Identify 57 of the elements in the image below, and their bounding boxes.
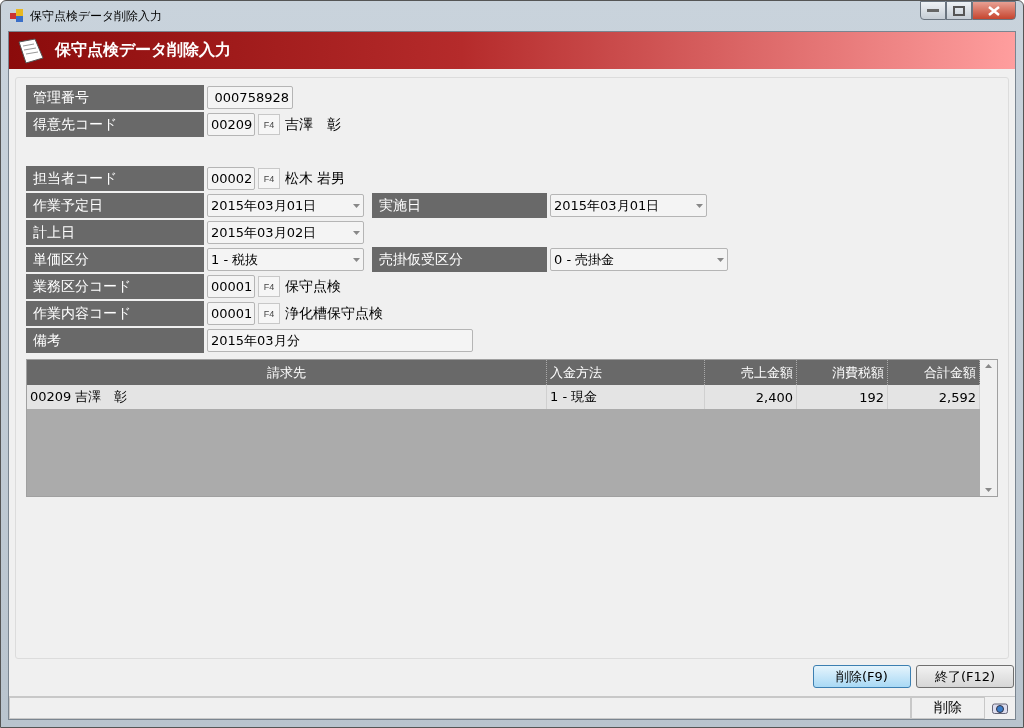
- lookup-button[interactable]: F4: [258, 303, 280, 324]
- field-label: 管理番号: [26, 85, 204, 110]
- date-picker[interactable]: 2015年03月01日: [207, 194, 364, 217]
- close-icon: [988, 5, 1000, 16]
- camera-icon: [992, 702, 1008, 714]
- action-button[interactable]: 終了(F12): [916, 665, 1014, 688]
- name-text: 吉澤 彰: [285, 115, 341, 134]
- table-row[interactable]: 00209 吉澤 彰 1 - 現金 2,400 192 2,592: [27, 385, 980, 409]
- maximize-icon: [953, 5, 965, 16]
- scroll-up-icon[interactable]: [985, 364, 992, 368]
- caret-icon: [353, 230, 360, 235]
- maximize-button[interactable]: [946, 1, 972, 20]
- action-button[interactable]: 削除(F9): [813, 665, 911, 688]
- minimize-button[interactable]: [920, 1, 946, 20]
- field-label: 単価区分: [26, 247, 204, 272]
- number-field[interactable]: 000758928: [207, 86, 293, 109]
- field-label: 得意先コード: [26, 112, 204, 137]
- close-button[interactable]: [972, 1, 1016, 20]
- table-cell: 1 - 現金: [547, 385, 705, 409]
- date-picker[interactable]: 2015年03月02日: [207, 221, 364, 244]
- document-icon: [17, 37, 45, 64]
- code-field[interactable]: 00002: [207, 167, 255, 190]
- field-label: 作業内容コード: [26, 301, 204, 326]
- caret-icon: [696, 203, 703, 208]
- code-field[interactable]: 00001: [207, 275, 255, 298]
- field-label: 実施日: [372, 193, 547, 218]
- dropdown[interactable]: 0 - 売掛金: [550, 248, 728, 271]
- minimize-icon: [927, 8, 939, 13]
- lookup-button[interactable]: F4: [258, 114, 280, 135]
- status-mode: 削除: [911, 697, 985, 719]
- name-text: 保守点検: [285, 277, 341, 296]
- dropdown[interactable]: 1 - 税抜: [207, 248, 364, 271]
- form-title: 保守点検データ削除入力: [55, 40, 231, 61]
- scrollbar[interactable]: [980, 360, 997, 496]
- field-label: 売掛仮受区分: [372, 247, 547, 272]
- field-label: 作業予定日: [26, 193, 204, 218]
- table-cell: 2,400: [705, 385, 797, 409]
- table-cell: 192: [797, 385, 888, 409]
- memo-field[interactable]: 2015年03月分: [207, 329, 473, 352]
- caret-icon: [717, 257, 724, 262]
- app-icon: [10, 9, 24, 23]
- name-text: 浄化槽保守点検: [285, 304, 383, 323]
- date-picker[interactable]: 2015年03月01日: [550, 194, 707, 217]
- field-label: 備考: [26, 328, 204, 353]
- field-label: 担当者コード: [26, 166, 204, 191]
- caret-icon: [353, 257, 360, 262]
- window-title: 保守点検データ削除入力: [30, 7, 162, 25]
- field-label: 業務区分コード: [26, 274, 204, 299]
- table-cell: 00209 吉澤 彰: [27, 385, 547, 409]
- field-label: 計上日: [26, 220, 204, 245]
- scroll-down-icon[interactable]: [985, 488, 992, 492]
- caret-icon: [353, 203, 360, 208]
- lookup-button[interactable]: F4: [258, 276, 280, 297]
- code-field[interactable]: 00001: [207, 302, 255, 325]
- lookup-button[interactable]: F4: [258, 168, 280, 189]
- name-text: 松木 岩男: [285, 169, 346, 188]
- code-field[interactable]: 00209: [207, 113, 255, 136]
